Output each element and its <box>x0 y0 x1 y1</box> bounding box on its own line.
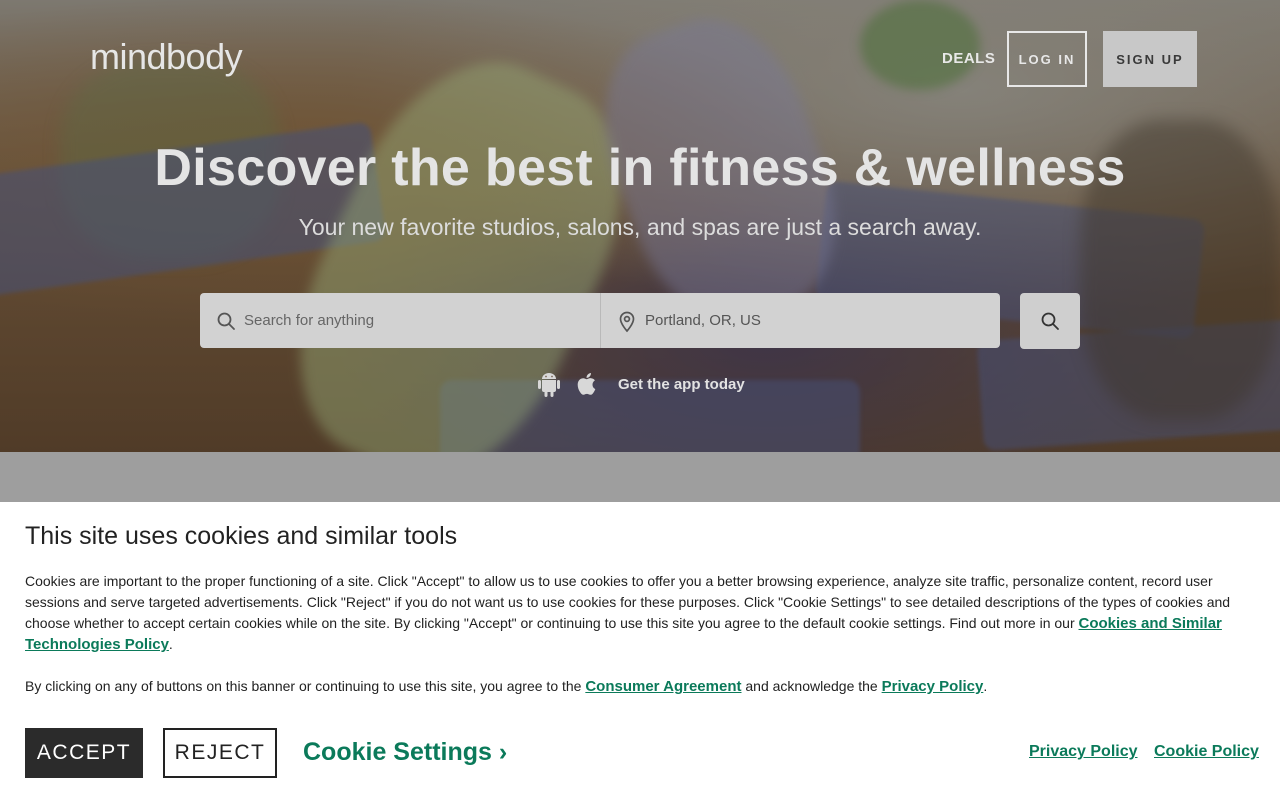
agreement-middle: and acknowledge the <box>745 678 878 694</box>
app-download-row: Get the app today <box>538 370 745 398</box>
cookie-body-text: Cookies are important to the proper func… <box>25 573 1231 631</box>
hero-section: mindbody DEALS LOG IN SIGN UP Discover t… <box>0 0 1280 452</box>
cookie-banner-body: Cookies are important to the proper func… <box>25 571 1240 655</box>
agreement-end: . <box>983 678 988 694</box>
location-input[interactable] <box>645 293 985 348</box>
search-icon <box>1041 312 1059 330</box>
nav-deals-link[interactable]: DEALS <box>942 50 995 67</box>
apple-icon[interactable] <box>576 371 600 397</box>
login-button[interactable]: LOG IN <box>1007 31 1087 87</box>
hero-background-shape <box>860 0 980 90</box>
consumer-agreement-link[interactable]: Consumer Agreement <box>585 678 741 695</box>
search-location-field <box>600 293 1000 348</box>
search-query-field <box>200 293 600 348</box>
search-submit-button[interactable] <box>1020 293 1080 349</box>
cookie-agreement-text: By clicking on any of buttons on this ba… <box>25 676 1240 697</box>
cookie-body-end: . <box>168 636 173 652</box>
search-icon <box>217 312 235 330</box>
privacy-policy-link[interactable]: Privacy Policy <box>1029 743 1138 761</box>
cookie-banner: This site uses cookies and similar tools… <box>0 502 1280 800</box>
privacy-policy-inline-link[interactable]: Privacy Policy <box>882 678 984 695</box>
accept-cookies-button[interactable]: ACCEPT <box>25 728 143 778</box>
content-overlay-band <box>0 452 1280 502</box>
reject-cookies-button[interactable]: REJECT <box>163 728 277 778</box>
signup-button[interactable]: SIGN UP <box>1103 31 1197 87</box>
android-icon[interactable] <box>538 371 560 397</box>
cookie-policy-link[interactable]: Cookie Policy <box>1154 743 1259 761</box>
hero-title: Discover the best in fitness & wellness <box>154 139 1126 197</box>
search-bar <box>200 293 1000 348</box>
location-pin-icon <box>619 311 635 333</box>
agreement-prefix: By clicking on any of buttons on this ba… <box>25 678 582 694</box>
cookie-settings-link[interactable]: Cookie Settings › <box>303 738 507 767</box>
hero-subtitle: Your new favorite studios, salons, and s… <box>298 214 982 240</box>
search-input[interactable] <box>244 293 584 348</box>
mindbody-logo[interactable]: mindbody <box>90 36 243 78</box>
cookie-banner-title: This site uses cookies and similar tools <box>25 522 458 550</box>
get-app-link[interactable]: Get the app today <box>618 376 745 393</box>
